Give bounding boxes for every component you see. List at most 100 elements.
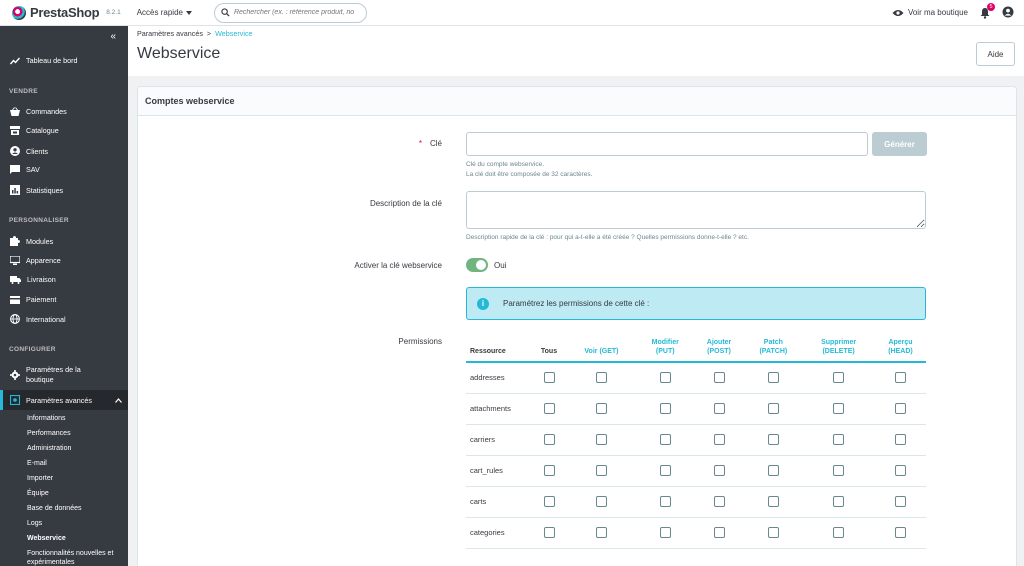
webservice-form-panel: Comptes webservice * Clé Générer Clé du c… [137, 86, 1017, 566]
prestashop-logo[interactable]: PrestaShop 8.2.1 [12, 5, 121, 20]
submenu-item-webservice[interactable]: Webservice [27, 535, 66, 542]
sidebar-item-shipping[interactable]: Livraison [0, 275, 128, 284]
sidebar-item-international[interactable]: International [0, 314, 128, 324]
select-all-checkbox[interactable] [543, 527, 555, 538]
column-header-line: (POST) [707, 348, 731, 355]
checkbox-cell [744, 517, 803, 549]
submenu-item-logs[interactable]: Logs [27, 520, 42, 527]
permission-checkbox[interactable] [833, 403, 845, 414]
sidebar-item-appearance[interactable]: Apparence [0, 256, 128, 265]
checkbox-cell [693, 486, 745, 518]
submenu-item-new-features[interactable]: Fonctionnalités nouvelles et expérimenta… [27, 549, 113, 566]
sidebar-item-sav[interactable]: SAV [0, 165, 128, 174]
checkbox-cell [693, 424, 745, 456]
submenu-item-database[interactable]: Base de données [27, 505, 82, 512]
permission-checkbox[interactable] [659, 403, 671, 414]
column-header-all: Tous [532, 332, 566, 363]
permission-checkbox[interactable] [833, 434, 845, 445]
sidebar-item-advanced-parameters[interactable]: Paramètres avancés [0, 390, 128, 410]
breadcrumb-parent[interactable]: Paramètres avancés [137, 29, 203, 38]
permission-checkbox[interactable] [659, 372, 671, 384]
permission-checkbox[interactable] [895, 403, 906, 414]
checkbox-cell [532, 424, 566, 456]
view-shop-link[interactable]: Voir ma boutique [892, 8, 968, 17]
permission-checkbox[interactable] [713, 465, 725, 476]
permission-checkbox[interactable] [713, 434, 725, 445]
permission-checkbox[interactable] [833, 372, 845, 384]
permission-checkbox[interactable] [833, 465, 845, 476]
permission-checkbox[interactable] [659, 434, 671, 445]
submenu-item-performances[interactable]: Performances [27, 430, 71, 437]
submenu-item-import[interactable]: Importer [27, 475, 53, 482]
permission-checkbox[interactable] [767, 496, 779, 507]
enable-key-toggle[interactable] [466, 258, 488, 272]
sidebar-item-customers[interactable]: Clients [0, 146, 128, 156]
submenu-item-administration[interactable]: Administration [27, 445, 71, 452]
sidebar-item-stats[interactable]: Statistiques [0, 185, 128, 195]
permission-checkbox[interactable] [833, 496, 845, 507]
permission-checkbox[interactable] [767, 527, 779, 538]
permission-checkbox[interactable] [767, 372, 779, 384]
permission-checkbox[interactable] [895, 372, 906, 384]
permission-checkbox[interactable] [595, 496, 607, 507]
notifications-button[interactable]: 5 [979, 2, 995, 19]
permission-checkbox[interactable] [895, 496, 906, 507]
permission-checkbox[interactable] [895, 434, 906, 445]
generate-key-button[interactable]: Générer [872, 132, 927, 156]
checkbox-cell [636, 486, 694, 518]
column-header-line: (DELETE) [822, 348, 855, 355]
permission-checkbox[interactable] [659, 496, 671, 507]
breadcrumb-current[interactable]: Webservice [215, 29, 252, 38]
select-all-checkbox[interactable] [543, 434, 555, 445]
checkbox-cell [532, 486, 566, 518]
permission-checkbox[interactable] [895, 527, 906, 538]
checkbox-cell [744, 424, 803, 456]
sidebar-item-dashboard[interactable]: Tableau de bord [0, 56, 128, 65]
permission-checkbox[interactable] [659, 465, 671, 476]
select-all-checkbox[interactable] [543, 465, 555, 476]
permission-checkbox[interactable] [767, 434, 779, 445]
key-label: * Clé [138, 139, 442, 148]
table-row: attachments [466, 393, 926, 425]
permission-checkbox[interactable] [659, 527, 671, 538]
help-button[interactable]: Aide [976, 42, 1015, 66]
permission-checkbox[interactable] [595, 434, 607, 445]
checkbox-cell [636, 455, 694, 487]
permission-checkbox[interactable] [767, 403, 779, 414]
key-input[interactable] [466, 132, 868, 156]
sidebar-item-catalog[interactable]: Catalogue [0, 126, 128, 135]
collapse-sidebar-icon[interactable]: « [110, 31, 116, 42]
permission-checkbox[interactable] [595, 403, 607, 414]
permission-checkbox[interactable] [833, 527, 845, 538]
version-label: 8.2.1 [106, 9, 121, 16]
permission-checkbox[interactable] [713, 527, 725, 538]
submenu-item-team[interactable]: Équipe [27, 490, 49, 497]
sidebar-item-shop-parameters[interactable]: Paramètres de la boutique [0, 365, 128, 385]
quick-access-dropdown[interactable]: Accès rapide [137, 8, 192, 17]
sidebar-item-label: Paiement [26, 295, 57, 304]
select-all-checkbox[interactable] [543, 372, 555, 384]
submenu-item-informations[interactable]: Informations [27, 415, 66, 422]
column-header-line: (PATCH) [759, 348, 788, 355]
permission-checkbox[interactable] [713, 372, 725, 384]
submenu-item-email[interactable]: E-mail [27, 460, 47, 467]
permission-checkbox[interactable] [713, 403, 725, 414]
search-box[interactable] [213, 2, 367, 23]
permission-checkbox[interactable] [713, 496, 725, 507]
permission-checkbox[interactable] [595, 465, 607, 476]
search-input[interactable] [233, 9, 359, 16]
sidebar-item-modules[interactable]: Modules [0, 236, 128, 246]
puzzle-icon [10, 236, 20, 246]
sidebar-item-orders[interactable]: Commandes [0, 107, 128, 116]
description-textarea[interactable] [466, 191, 926, 229]
user-menu-button[interactable] [1002, 6, 1014, 20]
permission-checkbox[interactable] [595, 527, 607, 538]
sidebar-item-payment[interactable]: Paiement [0, 295, 128, 304]
sidebar: « Tableau de bord VENDRE Commandes Catal… [0, 26, 128, 566]
permission-checkbox[interactable] [595, 372, 607, 384]
select-all-checkbox[interactable] [543, 496, 555, 507]
select-all-checkbox[interactable] [543, 403, 555, 414]
checkbox-cell [636, 424, 694, 456]
permission-checkbox[interactable] [767, 465, 779, 476]
permission-checkbox[interactable] [895, 465, 906, 476]
